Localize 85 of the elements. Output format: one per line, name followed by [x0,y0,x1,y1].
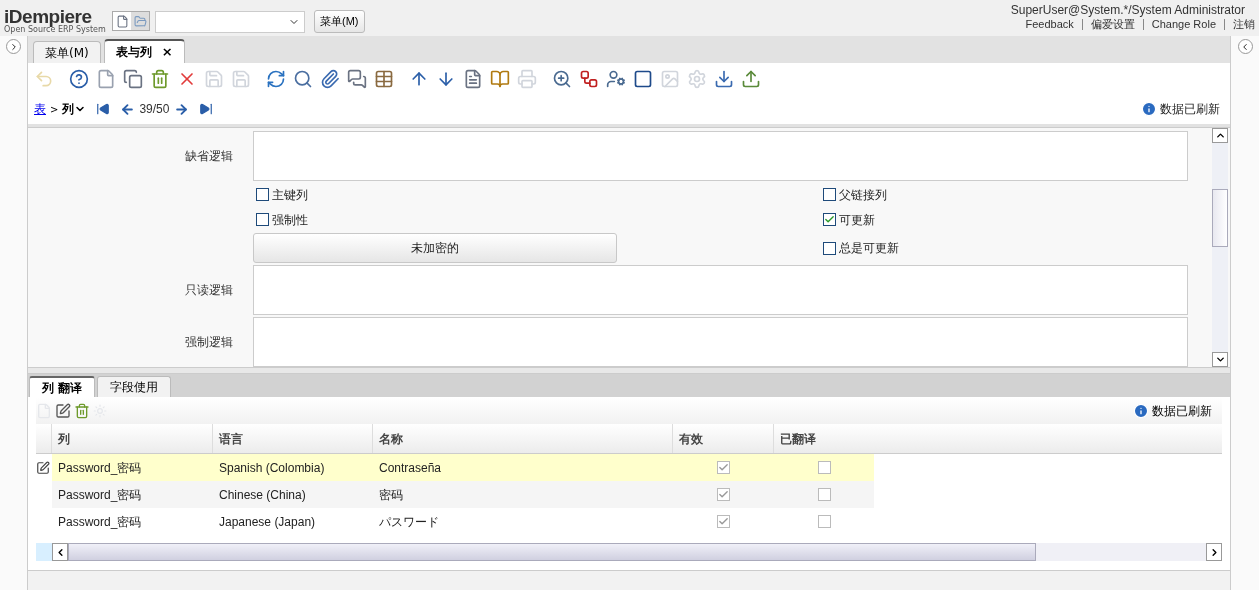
refresh-icon[interactable] [266,68,286,89]
current-tab-menu[interactable]: 列 [62,100,87,118]
table-cell-text: Japanese (Japan) [218,513,317,531]
edit-icon[interactable] [55,402,71,419]
vertical-scrollbar[interactable] [1212,128,1228,367]
trash-icon[interactable] [74,402,90,419]
previous-record-icon[interactable] [120,101,136,117]
last-record-icon[interactable] [199,102,214,116]
table-cell-text: 密码 [378,486,404,504]
import-icon[interactable] [741,68,761,89]
record-counter: 39/50 [139,101,170,118]
header-link[interactable]: Feedback [1025,18,1074,31]
checkbox[interactable] [823,188,836,201]
user-label: SuperUser@System.*/System Administrator [1010,3,1245,18]
checkbox[interactable] [256,188,269,201]
workflow-icon[interactable] [579,68,599,89]
table-cell-text: Chinese (China) [218,486,307,504]
status-message: 数据已刷新 [1160,101,1220,118]
checkbox-label: 可更新 [839,211,875,229]
column-header[interactable]: 名称 [373,424,673,453]
scroll-up-icon[interactable] [1214,130,1226,141]
scroll-down-icon[interactable] [1214,354,1226,365]
paperclip-icon[interactable] [320,68,340,89]
breadcrumb-separator: > [50,102,59,117]
table-cell-text: Password_密码 [57,459,143,477]
new-record-icon[interactable] [96,68,116,89]
column-header[interactable]: 已翻译 [774,424,1222,453]
detail-tab[interactable]: 字段使用 [97,376,172,397]
field-label: 缺省逻辑 [184,148,234,165]
help-icon[interactable] [69,68,89,89]
checkbox[interactable] [817,461,831,474]
checkbox[interactable] [823,241,836,255]
detail-tab[interactable]: 列 翻译 [29,376,96,397]
checkbox[interactable] [823,213,836,226]
table-cell-text: Spanish (Colombia) [218,459,326,477]
table-cell-text: パスワード [378,513,440,531]
next-record-icon[interactable] [174,101,190,117]
trash-icon[interactable] [150,68,170,89]
window-tab[interactable]: 菜单(M) [33,41,101,63]
copy-icon[interactable] [123,68,143,89]
logo-tagline: Open Source ERP System [4,26,107,34]
lookup-field[interactable] [155,11,305,33]
zoom-icon[interactable] [552,68,572,89]
checkbox[interactable] [256,213,269,226]
window-tab[interactable]: 表与列 × [103,39,185,63]
column-header[interactable]: 有效 [673,424,774,453]
info-icon [1141,101,1157,117]
header-link[interactable]: 偏爱设置 [1090,18,1135,31]
first-record-icon[interactable] [96,102,111,116]
header-link[interactable]: 注销 [1233,18,1255,31]
scrollbar-corner [36,543,52,561]
checkbox[interactable] [717,515,730,528]
logo: iDempiere [4,7,92,26]
checkbox-label: 总是可更新 [839,240,899,257]
status-message: 数据已刷新 [1152,402,1212,420]
column-header[interactable]: 列 [52,424,213,453]
table-cell-text: Password_密码 [57,513,143,531]
close-icon[interactable]: × [161,42,173,62]
checkbox-label: 强制性 [272,211,308,229]
table-cell-text: Password_密码 [57,486,143,504]
field-label: 只读逻辑 [184,282,234,299]
checkbox-label: 主键列 [272,186,308,204]
field-label: 强制逻辑 [184,334,234,351]
menu-button[interactable]: 菜单(M) [314,10,365,33]
header-link[interactable]: Change Role [1151,18,1216,31]
export-icon[interactable] [714,68,734,89]
horizontal-scrollbar[interactable] [52,543,1222,561]
grid-icon[interactable] [374,68,394,89]
column-header[interactable]: 语言 [213,424,373,453]
checkbox[interactable] [817,488,831,501]
search-icon[interactable] [293,68,313,89]
checkbox[interactable] [717,461,730,474]
parent-link[interactable]: 表 [34,100,46,118]
edit-icon [36,460,50,475]
checkbox[interactable] [817,515,831,528]
window-icon[interactable] [633,68,653,89]
scroll-thumb[interactable] [1212,188,1228,247]
table-cell-text: Contraseña [378,459,443,477]
checkbox[interactable] [717,488,730,501]
new-window-icon[interactable] [113,12,131,30]
chat-icon[interactable] [347,68,367,89]
info-icon [1133,402,1149,419]
report-icon[interactable] [463,68,483,89]
checkbox-label: 父链接列 [839,186,887,204]
encrypt-button[interactable]: 未加密的 [253,233,617,263]
